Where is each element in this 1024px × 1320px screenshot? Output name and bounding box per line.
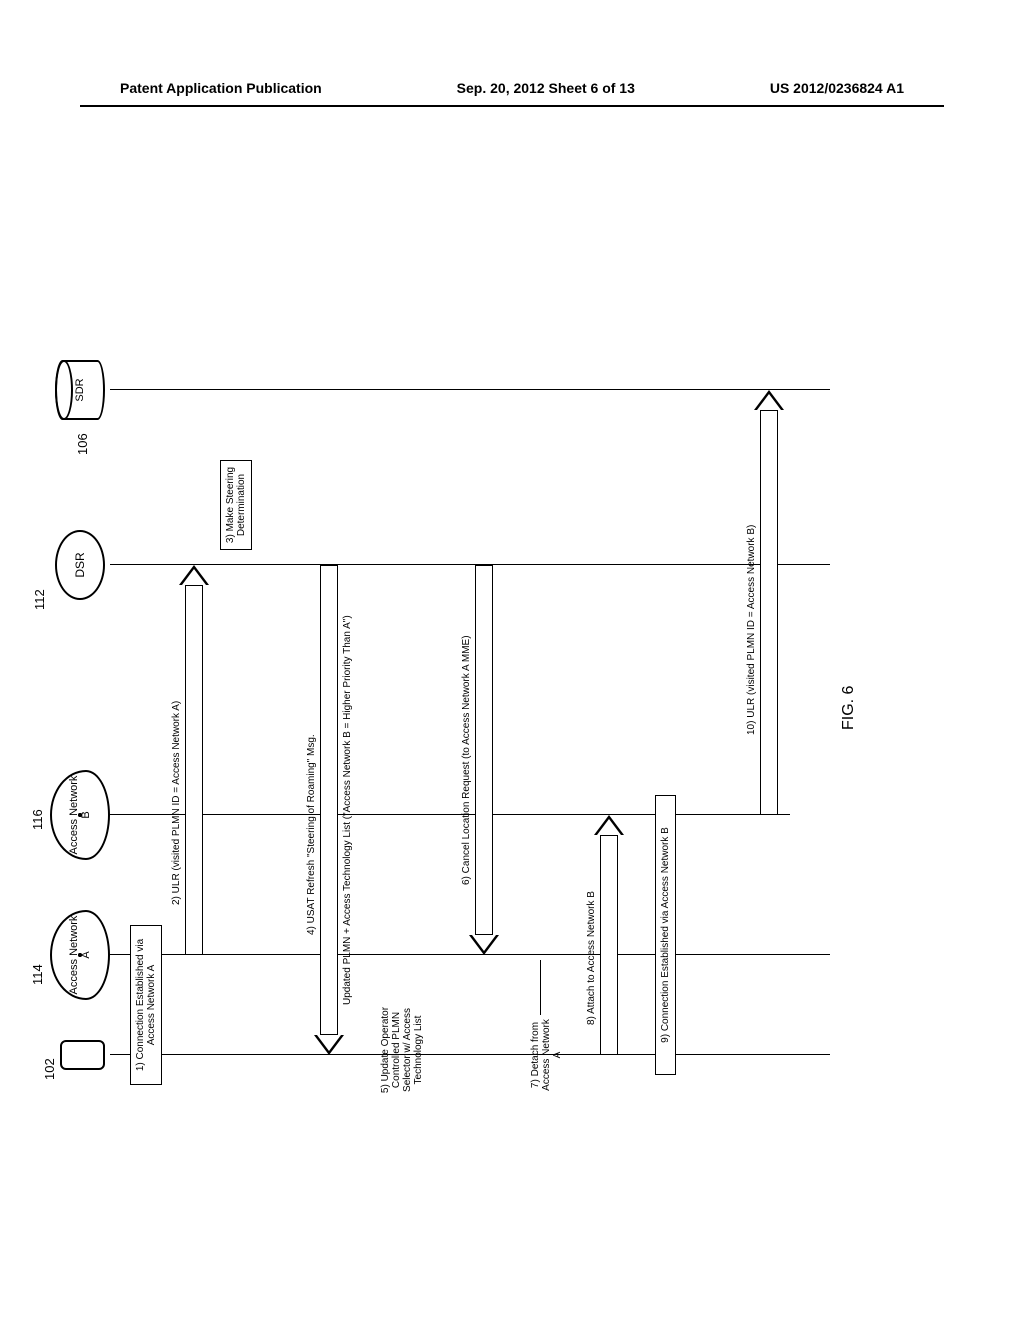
step-9-box: 9) Connection Established via Access Net… xyxy=(655,795,676,1075)
access-a-number: 114 xyxy=(30,964,45,985)
dsr-label: DSR xyxy=(73,552,87,577)
header-center: Sep. 20, 2012 Sheet 6 of 13 xyxy=(457,80,635,96)
step-6-label: 6) Cancel Location Request (to Access Ne… xyxy=(461,635,472,885)
step-4b-label: Updated PLMN + Access Technology List ("… xyxy=(342,615,353,1005)
lifeline-dsr xyxy=(110,564,830,565)
sdr-label: SDR xyxy=(74,378,86,401)
step-8-label: 8) Attach to Access Network B xyxy=(586,891,597,1025)
access-b-label: Access Network B xyxy=(68,772,92,858)
header-divider xyxy=(80,105,944,107)
step-10-label: 10) ULR (visited PLMN ID = Access Networ… xyxy=(746,525,757,735)
lifeline-sdr xyxy=(110,389,830,390)
lifeline-access-b xyxy=(110,814,790,815)
access-a-label: Access Network A xyxy=(68,912,92,998)
access-network-a-cloud: Access Network A xyxy=(50,910,110,1000)
dsr-node: DSR xyxy=(55,530,105,600)
figure-label: FIG. 6 xyxy=(840,686,858,730)
lifeline-device xyxy=(110,1054,830,1055)
access-network-b-cloud: Access Network B xyxy=(50,770,110,860)
device-number: 102 xyxy=(42,1058,57,1080)
step-1-box: 1) Connection Established via Access Net… xyxy=(130,925,162,1085)
step-7-label: 7) Detach from Access Network A xyxy=(530,1015,563,1095)
step-5-label: 5) Update Operator Controlled PLMN Selec… xyxy=(380,1000,424,1100)
access-b-number: 116 xyxy=(30,809,45,830)
dsr-number: 112 xyxy=(32,589,47,610)
step-7-line xyxy=(540,960,541,1015)
step-4a-label: 4) USAT Refresh "Steering of Roaming" Ms… xyxy=(306,734,317,935)
sdr-node: SDR xyxy=(55,360,105,420)
sequence-diagram: 102 Access Network A 114 Access Network … xyxy=(90,310,910,1010)
sdr-number: 106 xyxy=(75,433,90,455)
step-2-label: 2) ULR (visited PLMN ID = Access Network… xyxy=(171,701,182,905)
device-icon xyxy=(60,1040,105,1070)
header-right: US 2012/0236824 A1 xyxy=(770,80,904,96)
step-3-box: 3) Make Steering Determination xyxy=(220,460,252,550)
header-left: Patent Application Publication xyxy=(120,80,322,96)
